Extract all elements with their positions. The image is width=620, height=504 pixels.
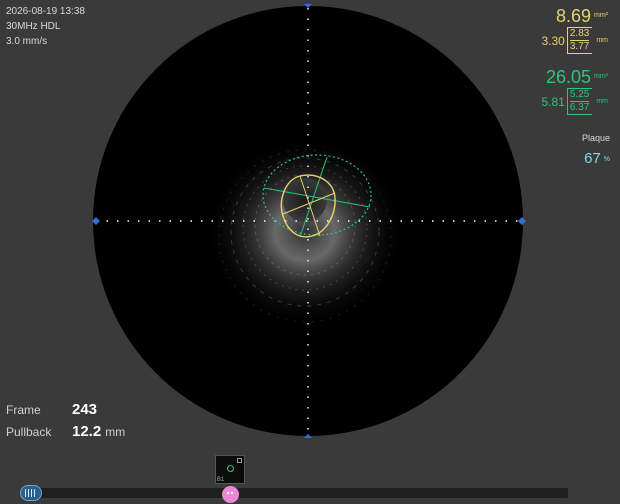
lumen-max-diameter-value: 3.77 xyxy=(569,41,590,52)
vessel-area-unit: mm² xyxy=(594,73,608,80)
pullback-timeline[interactable] xyxy=(38,488,568,498)
frame-value: 243 xyxy=(72,401,98,418)
thumbnail-vessel-dot xyxy=(227,465,234,472)
plaque-burden-value: 67 xyxy=(584,150,601,167)
lumen-area-value: 8.69 xyxy=(555,6,591,26)
vessel-area-value: 26.05 xyxy=(545,67,591,87)
tissue-echo xyxy=(205,137,405,327)
pullback-label: Pullback xyxy=(6,425,52,439)
vessel-measurements: 26.05 mm² 5.81 5.25 6.37 mm xyxy=(541,67,608,115)
vessel-max-diameter-value: 6.37 xyxy=(569,102,590,113)
lumen-min-diameter-value: 2.83 xyxy=(569,28,590,39)
bookmark-label: B1 xyxy=(217,477,225,483)
vessel-mean-diameter: 5.81 xyxy=(541,94,565,109)
lumen-diameter-unit: mm xyxy=(596,37,608,44)
lumen-measurements: 8.69 mm² 3.30 2.83 3.77 mm xyxy=(541,6,608,54)
plaque-burden: 67% xyxy=(584,150,610,167)
pullback-value: 12.2 xyxy=(72,423,102,440)
vessel-diameter-range: 5.25 6.37 xyxy=(566,88,593,115)
plaque-burden-unit: % xyxy=(603,155,610,163)
playhead-icon[interactable] xyxy=(222,486,239,503)
vessel-diameter-unit: mm xyxy=(596,98,608,105)
lumen-mean-diameter: 3.30 xyxy=(541,33,565,48)
plaque-label: Plaque xyxy=(581,133,610,143)
frame-readout: Frame 243 Pullback 12.2 mm xyxy=(6,401,125,445)
vessel-min-diameter-value: 5.25 xyxy=(569,89,590,100)
film-strip-icon[interactable] xyxy=(20,485,42,501)
pullback-unit: mm xyxy=(105,425,126,439)
bookmark-thumbnail[interactable]: B1 xyxy=(215,455,245,484)
trash-icon[interactable] xyxy=(237,458,242,463)
lumen-area-unit: mm² xyxy=(594,12,608,19)
frame-label: Frame xyxy=(6,403,41,417)
lumen-area-dark xyxy=(283,178,327,222)
lumen-diameter-range: 2.83 3.77 xyxy=(566,27,593,54)
